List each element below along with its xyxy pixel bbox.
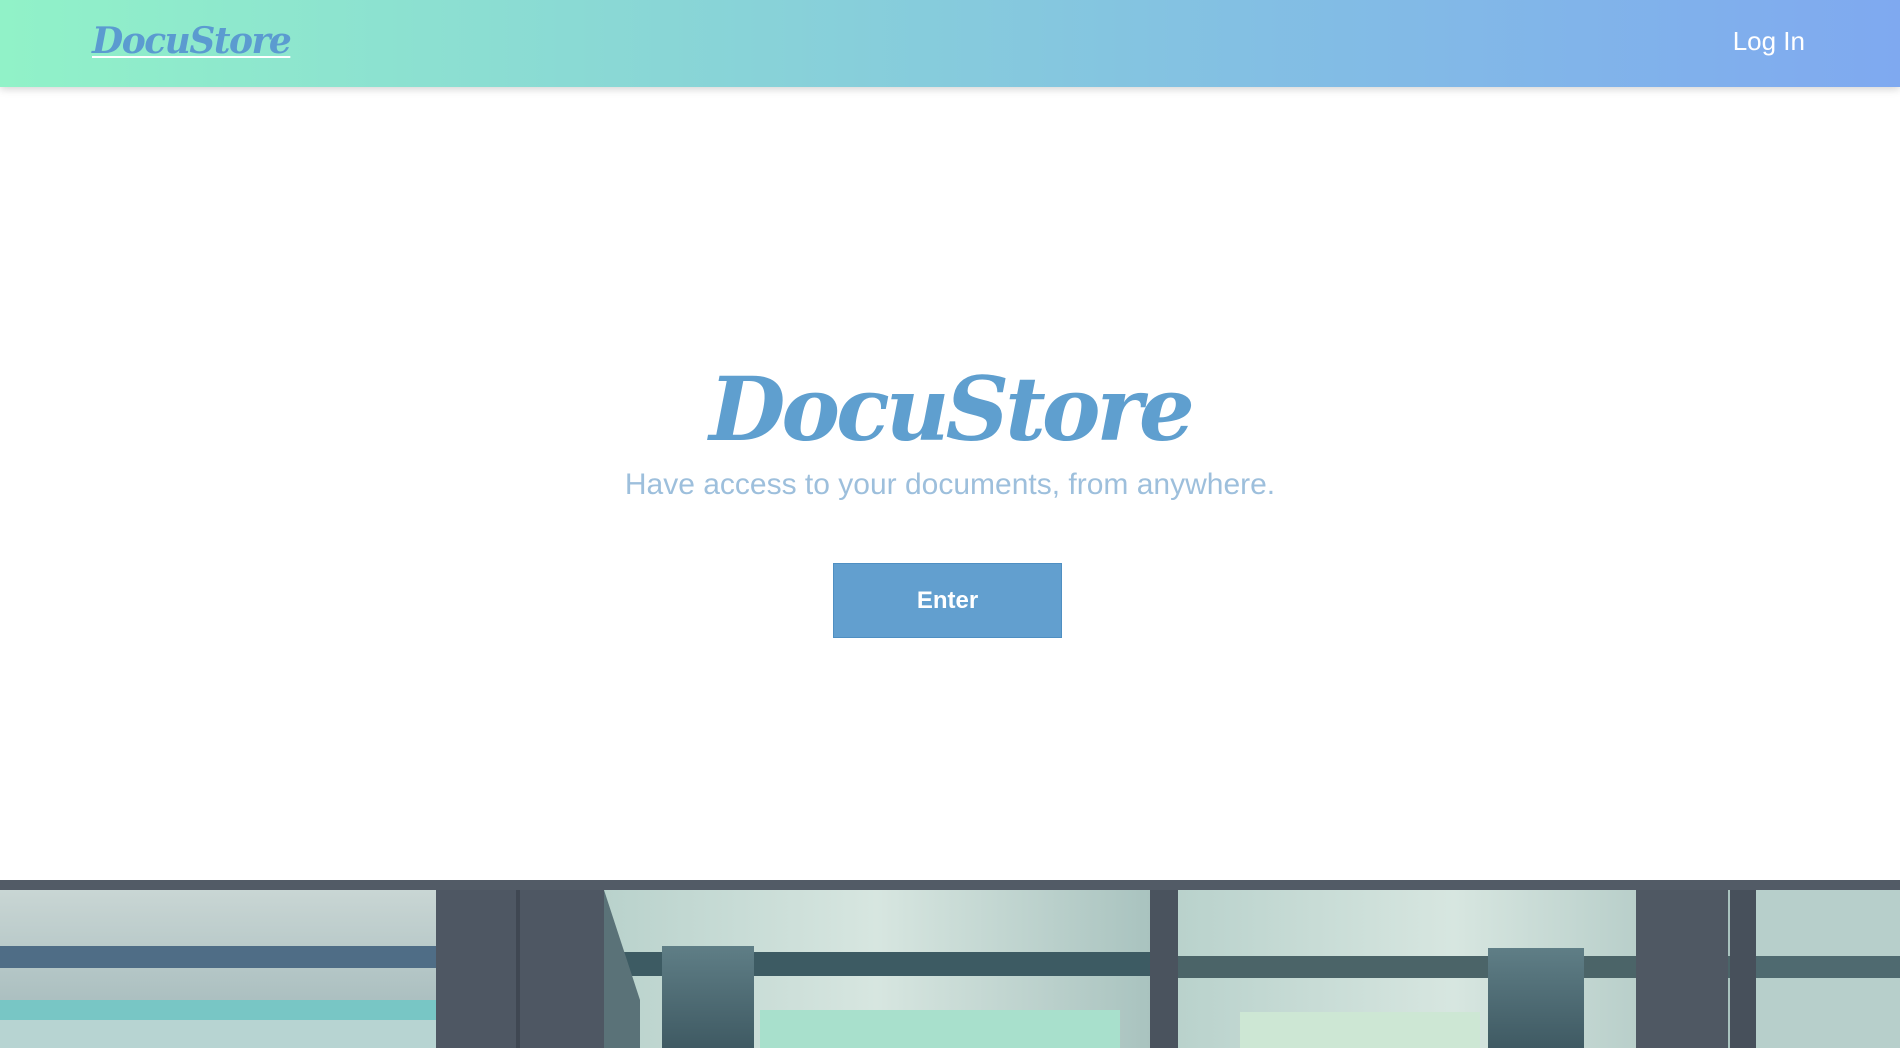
login-link[interactable]: Log In (1733, 26, 1805, 56)
hero-section: DocuStore Have access to your documents,… (0, 87, 1900, 881)
hero-title: DocuStore (709, 357, 1195, 461)
building-photo-image (0, 880, 1900, 1048)
nav-logo-link[interactable]: DocuStore (92, 18, 292, 64)
hero-subtitle: Have access to your documents, from anyw… (624, 468, 1276, 501)
background-photo (0, 880, 1900, 1048)
top-navbar: DocuStore Log In (0, 0, 1900, 87)
enter-button[interactable]: Enter (833, 563, 1062, 638)
